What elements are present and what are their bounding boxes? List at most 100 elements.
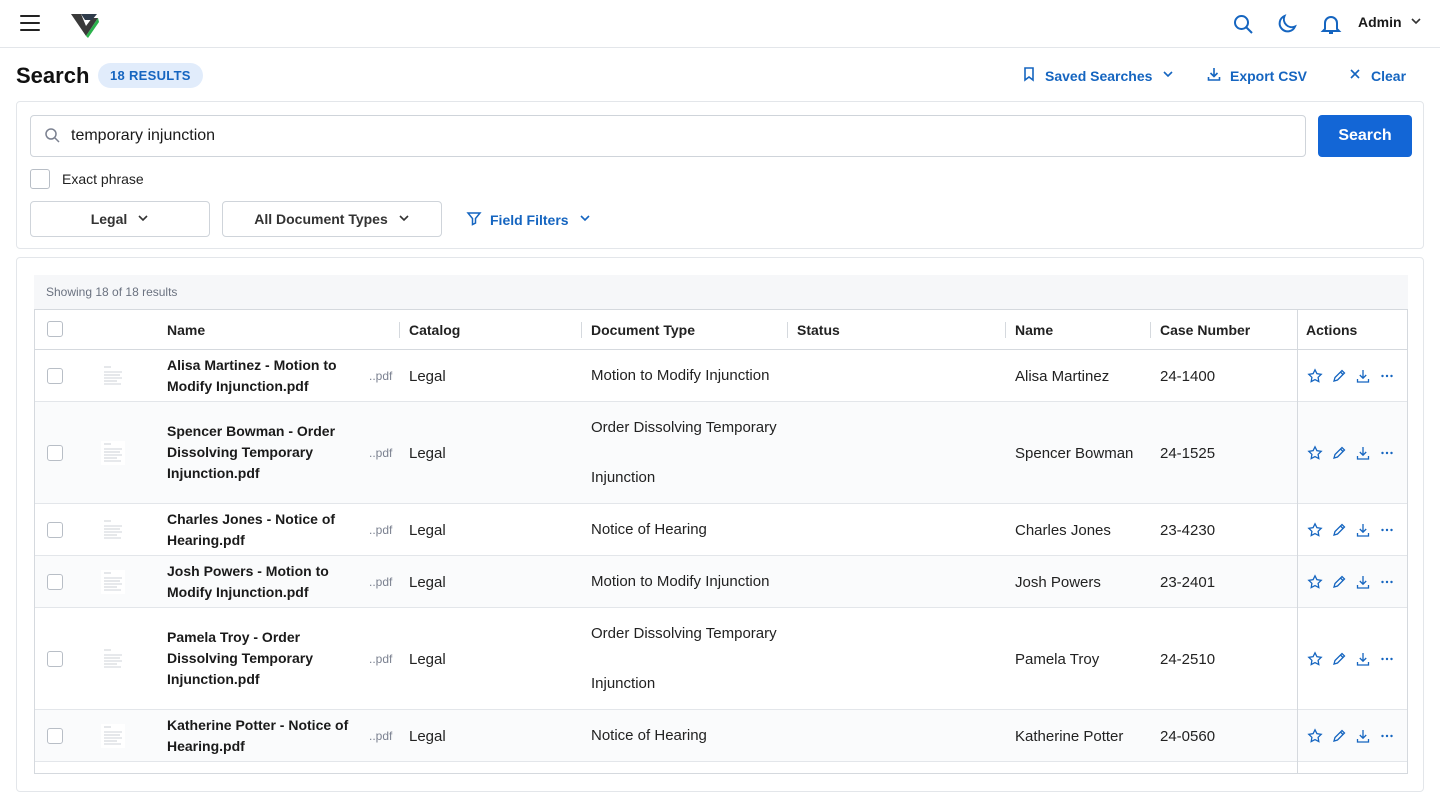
exact-phrase-label: Exact phrase [62,171,144,187]
table-row[interactable]: Spencer Bowman - Order Dissolving Tempor… [35,402,1407,504]
more-icon[interactable] [1379,368,1395,384]
bell-icon[interactable] [1319,12,1343,36]
chevron-down-icon [577,210,593,229]
moon-icon[interactable] [1275,12,1299,36]
saved-searches-button[interactable]: Saved Searches [1021,66,1176,85]
star-icon[interactable] [1307,368,1323,384]
star-icon[interactable] [1307,728,1323,744]
row-checkbox[interactable] [47,445,63,461]
column-divider[interactable] [581,322,582,338]
bookmark-icon [1021,66,1037,85]
edit-icon[interactable] [1331,728,1347,744]
edit-icon[interactable] [1331,522,1347,538]
star-icon[interactable] [1307,651,1323,667]
star-icon[interactable] [1307,574,1323,590]
table-row[interactable]: Charles Jones - Notice of Hearing.pdf ..… [35,504,1407,556]
document-thumbnail[interactable] [99,723,127,749]
results-panel: Showing 18 of 18 results Name Catalog Do… [16,257,1424,792]
more-icon[interactable] [1379,651,1395,667]
document-name-link[interactable]: Katherine Potter - Notice of Hearing.pdf [167,715,367,757]
table-row[interactable]: Josh Powers - Motion to Modify Injunctio… [35,556,1407,608]
row-checkbox[interactable] [47,728,63,744]
export-csv-button[interactable]: Export CSV [1206,66,1307,85]
catalog-cell: Legal [409,728,446,745]
clear-label: Clear [1371,67,1407,84]
app-logo[interactable] [68,8,100,40]
document-name-link[interactable]: Charles Jones - Notice of Hearing.pdf [167,509,367,551]
edit-icon[interactable] [1331,368,1347,384]
edit-icon[interactable] [1331,574,1347,590]
document-thumbnail[interactable] [99,646,127,672]
column-header-document-type[interactable]: Document Type [591,322,695,338]
row-checkbox[interactable] [47,522,63,538]
chevron-down-icon [137,211,149,227]
download-icon[interactable] [1355,574,1371,590]
search-input[interactable] [71,127,1271,145]
document-thumbnail[interactable] [99,569,127,595]
download-icon[interactable] [1355,651,1371,667]
column-divider[interactable] [1150,322,1151,338]
person-name-cell: Charles Jones [1015,522,1111,539]
menu-icon[interactable] [20,15,40,31]
case-number-cell: 24-0560 [1160,728,1216,745]
download-icon[interactable] [1355,728,1371,744]
case-number-cell: 23-4230 [1160,522,1216,539]
clear-button[interactable]: Clear [1347,66,1406,85]
exact-phrase-checkbox[interactable] [30,169,50,189]
document-thumbnail[interactable] [99,440,127,466]
file-extension: ..pdf [369,729,393,743]
column-header-name[interactable]: Name [167,322,205,338]
document-name-link[interactable]: Alisa Martinez - Motion to Modify Injunc… [167,355,367,397]
row-actions [1307,522,1395,538]
column-header-catalog[interactable]: Catalog [409,322,460,338]
search-icon[interactable] [1231,12,1255,36]
catalog-dropdown[interactable]: Legal [30,201,210,237]
column-divider[interactable] [399,322,400,338]
column-header-status[interactable]: Status [797,322,840,338]
more-icon[interactable] [1379,445,1395,461]
person-name-cell: Alisa Martinez [1015,368,1110,385]
row-actions [1307,728,1395,744]
search-icon [31,126,71,147]
table-row[interactable]: Katherine Potter - Notice of Hearing.pdf… [35,710,1407,762]
download-icon[interactable] [1355,368,1371,384]
search-button[interactable]: Search [1318,115,1412,157]
case-number-cell: 24-1400 [1160,368,1216,385]
document-type-dropdown[interactable]: All Document Types [222,201,442,237]
table-row[interactable]: Alisa Martinez - Motion to Modify Injunc… [35,350,1407,402]
search-panel: Search Exact phrase Legal All Document T… [16,101,1424,249]
document-thumbnail[interactable] [99,517,127,543]
user-menu[interactable]: Admin [1358,14,1422,30]
column-divider[interactable] [787,322,788,338]
document-name-link[interactable]: Spencer Bowman - Order Dissolving Tempor… [167,421,367,484]
field-filters-button[interactable]: Field Filters [466,210,593,229]
column-divider[interactable] [1005,322,1006,338]
download-icon[interactable] [1355,445,1371,461]
row-actions [1307,574,1395,590]
table-header: Name Catalog Document Type Status Name C… [35,310,1407,350]
document-thumbnail[interactable] [99,363,127,389]
column-header-person-name[interactable]: Name [1015,322,1053,338]
table-row[interactable]: Pamela Troy - Order Dissolving Temporary… [35,608,1407,710]
row-checkbox[interactable] [47,368,63,384]
select-all-checkbox[interactable] [47,321,63,337]
row-actions [1307,651,1395,667]
more-icon[interactable] [1379,728,1395,744]
star-icon[interactable] [1307,522,1323,538]
document-name-link[interactable]: Pamela Troy - Order Dissolving Temporary… [167,627,367,690]
star-icon[interactable] [1307,445,1323,461]
more-icon[interactable] [1379,522,1395,538]
document-name-link[interactable]: Josh Powers - Motion to Modify Injunctio… [167,561,367,603]
row-checkbox[interactable] [47,574,63,590]
row-checkbox[interactable] [47,651,63,667]
user-name: Admin [1358,14,1402,30]
edit-icon[interactable] [1331,445,1347,461]
file-extension: ..pdf [369,446,393,460]
edit-icon[interactable] [1331,651,1347,667]
more-icon[interactable] [1379,574,1395,590]
top-bar: Admin [0,0,1440,48]
document-type-cell: Order Dissolving Temporary Injunction [591,625,777,692]
column-header-case-number[interactable]: Case Number [1160,322,1250,338]
page-title: Search [16,63,90,88]
download-icon[interactable] [1355,522,1371,538]
